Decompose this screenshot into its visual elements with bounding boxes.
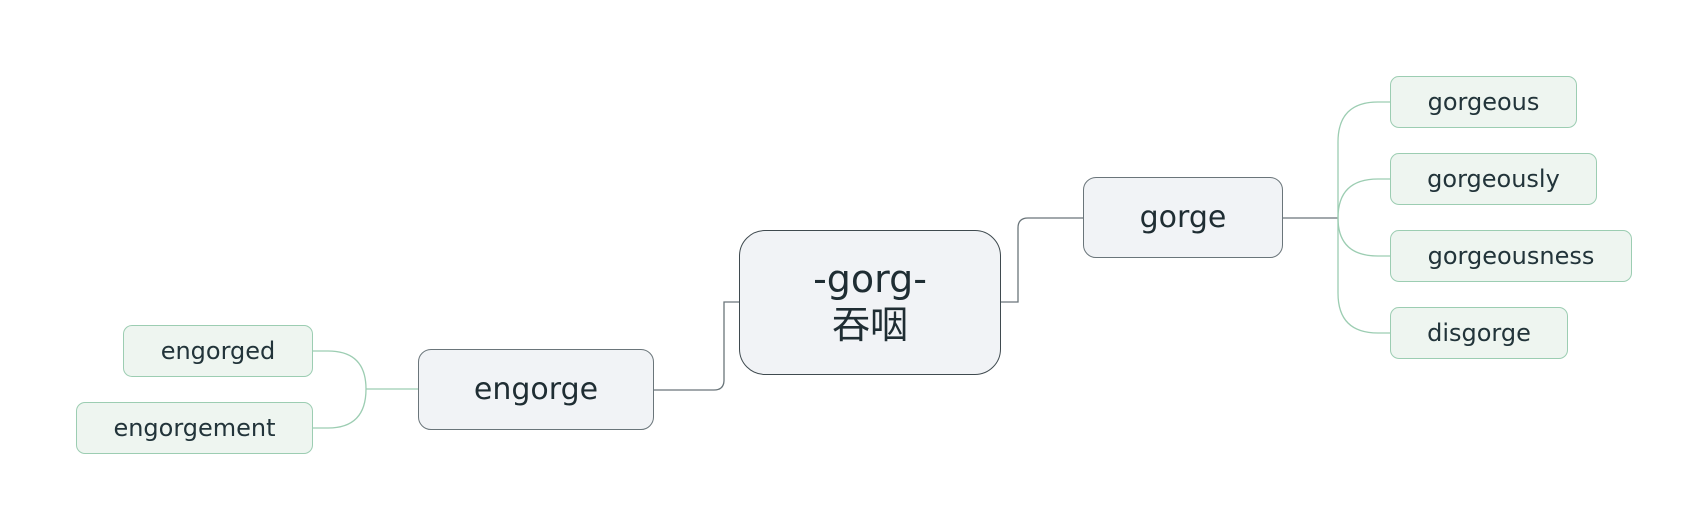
- subtopic-label: engorgement: [113, 413, 276, 442]
- connector-gorge-gorgeousness: [1337, 217, 1390, 257]
- root-topic-title: -gorg-: [813, 256, 927, 301]
- connector-engorge-engorgement: [313, 388, 367, 429]
- branch-topic-label: engorge: [473, 371, 599, 407]
- subtopic-label: gorgeousness: [1427, 241, 1595, 270]
- branch-topic-gorge[interactable]: gorge: [1083, 177, 1283, 258]
- connector-gorge-disgorge: [1337, 218, 1390, 334]
- subtopic-engorged[interactable]: engorged: [123, 325, 313, 377]
- connector-root-gorge: [1001, 217, 1083, 303]
- branch-topic-label: gorge: [1139, 199, 1227, 235]
- connector-engorge-engorged: [313, 350, 367, 390]
- subtopic-disgorge[interactable]: disgorge: [1390, 307, 1568, 359]
- subtopic-gorgeousness[interactable]: gorgeousness: [1390, 230, 1632, 282]
- subtopic-label: gorgeous: [1427, 87, 1540, 116]
- branch-topic-engorge[interactable]: engorge: [418, 349, 654, 430]
- subtopic-engorgement[interactable]: engorgement: [76, 402, 313, 454]
- subtopic-label: disgorge: [1427, 318, 1531, 347]
- connector-gorge-gorgeously: [1337, 178, 1390, 219]
- root-topic-meaning: 吞咽: [831, 302, 908, 347]
- connector-root-engorge: [654, 301, 739, 391]
- mindmap-canvas: -gorg- 吞咽 gorge engorge gorgeous gorgeou…: [0, 0, 1705, 528]
- connector-gorge-gorgeous: [1337, 101, 1390, 218]
- root-topic[interactable]: -gorg- 吞咽: [739, 230, 1001, 375]
- subtopic-gorgeous[interactable]: gorgeous: [1390, 76, 1577, 128]
- subtopic-label: gorgeously: [1427, 164, 1560, 193]
- subtopic-label: engorged: [160, 336, 276, 365]
- subtopic-gorgeously[interactable]: gorgeously: [1390, 153, 1597, 205]
